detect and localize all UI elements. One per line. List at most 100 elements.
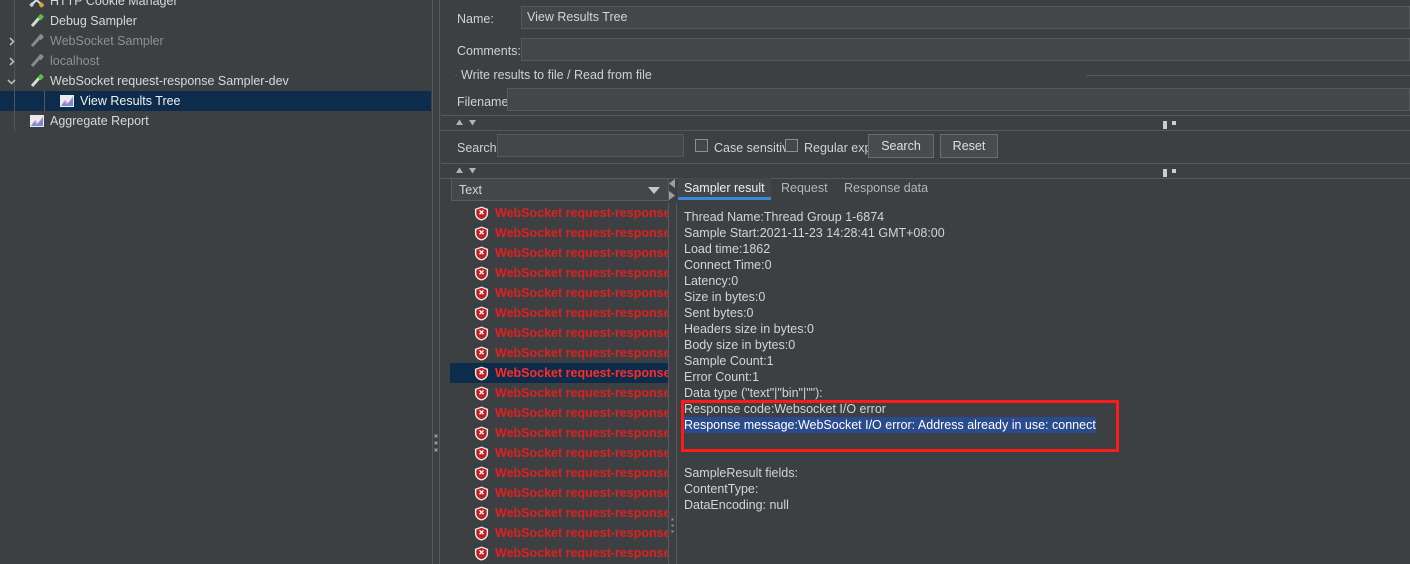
chevron-right-icon[interactable] [4,51,18,71]
result-list-item[interactable]: WebSocket request-response Sa [450,503,668,523]
tab-request[interactable]: Request [775,178,834,200]
results-tree-icon [60,95,74,107]
tree-guide-line [44,91,45,111]
chevron-right-icon[interactable] [4,31,18,51]
chevron-down-icon[interactable] [4,71,18,91]
tab-scroll-left-icon[interactable] [669,179,676,188]
regular-exp-label: Regular exp. [804,141,875,155]
tree-item-websocket-request-response-sampler-dev[interactable]: WebSocket request-response Sampler-dev [0,71,431,91]
result-list-item[interactable]: WebSocket request-response Sa [450,243,668,263]
tree-item-websocket-sampler[interactable]: WebSocket Sampler [0,31,431,51]
reset-button[interactable]: Reset [940,134,998,158]
result-list-item[interactable]: WebSocket request-response Sa [450,423,668,443]
collapse-arrows-2[interactable] [455,166,483,177]
renderer-selected-value: Text [459,183,482,197]
tree-item-label: View Results Tree [80,94,181,108]
file-group-legend: Write results to file / Read from file [457,68,656,82]
case-sensitive-label: Case sensitive [714,141,796,155]
result-list-item[interactable]: WebSocket request-response Sa [450,323,668,343]
result-item-label: WebSocket request-response Sa [495,366,668,380]
results-list[interactable]: WebSocket request-response Sa WebSocket r… [450,203,668,564]
tree-item-label: Debug Sampler [50,14,137,28]
result-list-item[interactable]: WebSocket request-response Sa [450,483,668,503]
result-item-label: WebSocket request-response Sa [495,346,668,360]
sampler-result-line: Body size in bytes:0 [684,338,796,352]
result-item-label: WebSocket request-response Sa [495,426,668,440]
results-splitter-grip[interactable] [671,518,674,536]
result-list-item[interactable]: WebSocket request-response Sa [450,343,668,363]
sampler-result-line: Load time:1862 [684,242,771,256]
sampler-disabled-icon [30,54,44,67]
result-list-item[interactable]: WebSocket request-response Sa [450,223,668,243]
sampler-icon [30,74,44,87]
sampler-result-line: DataEncoding: null [684,498,789,512]
result-item-label: WebSocket request-response Sa [495,486,668,500]
result-list-item[interactable]: WebSocket request-response Sa [450,203,668,223]
result-list-item[interactable]: WebSocket request-response Sa [450,543,668,563]
sampler-disabled-icon [30,34,44,47]
regular-exp-checkbox[interactable] [785,139,798,152]
result-list-item[interactable]: WebSocket request-response Sa [450,523,668,543]
tab-scroll-arrows[interactable] [669,176,677,202]
sampler-result-line: Response code:Websocket I/O error [684,402,886,416]
tab-scroll-right-icon[interactable] [669,191,676,200]
sampler-result-line: Sample Count:1 [684,354,774,368]
result-list-item[interactable]: WebSocket request-response Sa [450,463,668,483]
result-item-label: WebSocket request-response Sa [495,466,668,480]
renderer-select[interactable]: Text [451,178,669,201]
error-shield-icon [474,366,489,381]
tree-item-http-cookie-manager[interactable]: HTTP Cookie Manager [0,0,431,11]
tree-item-debug-sampler[interactable]: Debug Sampler [0,11,431,31]
tree-item-label: localhost [50,54,100,68]
divider-grip-1[interactable] [1163,121,1189,129]
collapse-up-icon[interactable] [455,118,464,127]
splitter-grip[interactable] [434,434,438,455]
result-item-label: WebSocket request-response Sa [495,226,668,240]
sampler-result-line: Connect Time:0 [684,258,772,272]
collapse-arrows-1[interactable] [455,118,483,129]
search-button[interactable]: Search [868,134,934,158]
result-list-item[interactable]: WebSocket request-response Sa [450,383,668,403]
tree-guide-line [14,0,15,11]
sampler-result-line: Sent bytes:0 [684,306,754,320]
result-item-label: WebSocket request-response Sa [495,206,668,220]
error-shield-icon [474,466,489,481]
result-list-item[interactable]: WebSocket request-response Sa [450,443,668,463]
chevron-down-icon[interactable] [648,187,660,194]
result-list-item[interactable]: WebSocket request-response Sa [450,303,668,323]
test-plan-tree[interactable]: HTTP Cookie Manager Debug Sampler WebSocke… [0,0,431,564]
tree-item-view-results-tree[interactable]: View Results Tree [0,91,431,111]
tree-item-aggregate-report[interactable]: Aggregate Report [0,111,431,131]
error-shield-icon [474,406,489,421]
error-shield-icon [474,526,489,541]
search-input[interactable] [497,134,684,157]
divider-2 [441,163,1410,164]
result-list-item[interactable]: WebSocket request-response Sa [450,283,668,303]
result-item-label: WebSocket request-response Sa [495,526,668,540]
sampler-result-text[interactable]: Thread Name:Thread Group 1-6874 Sample St… [678,203,1410,564]
error-shield-icon [474,426,489,441]
result-list-item[interactable]: WebSocket request-response Sa [450,263,668,283]
result-list-item[interactable]: WebSocket request-response Sa [450,403,668,423]
tree-item-localhost[interactable]: localhost [0,51,431,71]
error-shield-icon [474,226,489,241]
tab-response-data[interactable]: Response data [838,178,934,200]
filename-input[interactable] [507,88,1410,111]
name-input[interactable]: View Results Tree [521,6,1410,29]
results-detail-splitter[interactable] [668,203,677,564]
result-item-label: WebSocket request-response Sa [495,306,668,320]
name-label: Name: [457,12,494,26]
divider-grip-2[interactable] [1163,169,1189,177]
collapse-down-icon[interactable] [468,118,477,127]
result-item-label: WebSocket request-response Sa [495,406,668,420]
tab-sampler-result[interactable]: Sampler result [678,178,771,200]
collapse-up-icon-2[interactable] [455,166,464,175]
collapse-down-icon-2[interactable] [468,166,477,175]
comments-input[interactable] [521,38,1410,61]
sampler-result-line: Headers size in bytes:0 [684,322,814,336]
case-sensitive-checkbox[interactable] [695,139,708,152]
result-list-item[interactable]: WebSocket request-response Sa [450,363,668,383]
tree-main-splitter[interactable] [431,0,441,564]
result-item-label: WebSocket request-response Sa [495,506,668,520]
tree-guide-line [14,111,15,131]
